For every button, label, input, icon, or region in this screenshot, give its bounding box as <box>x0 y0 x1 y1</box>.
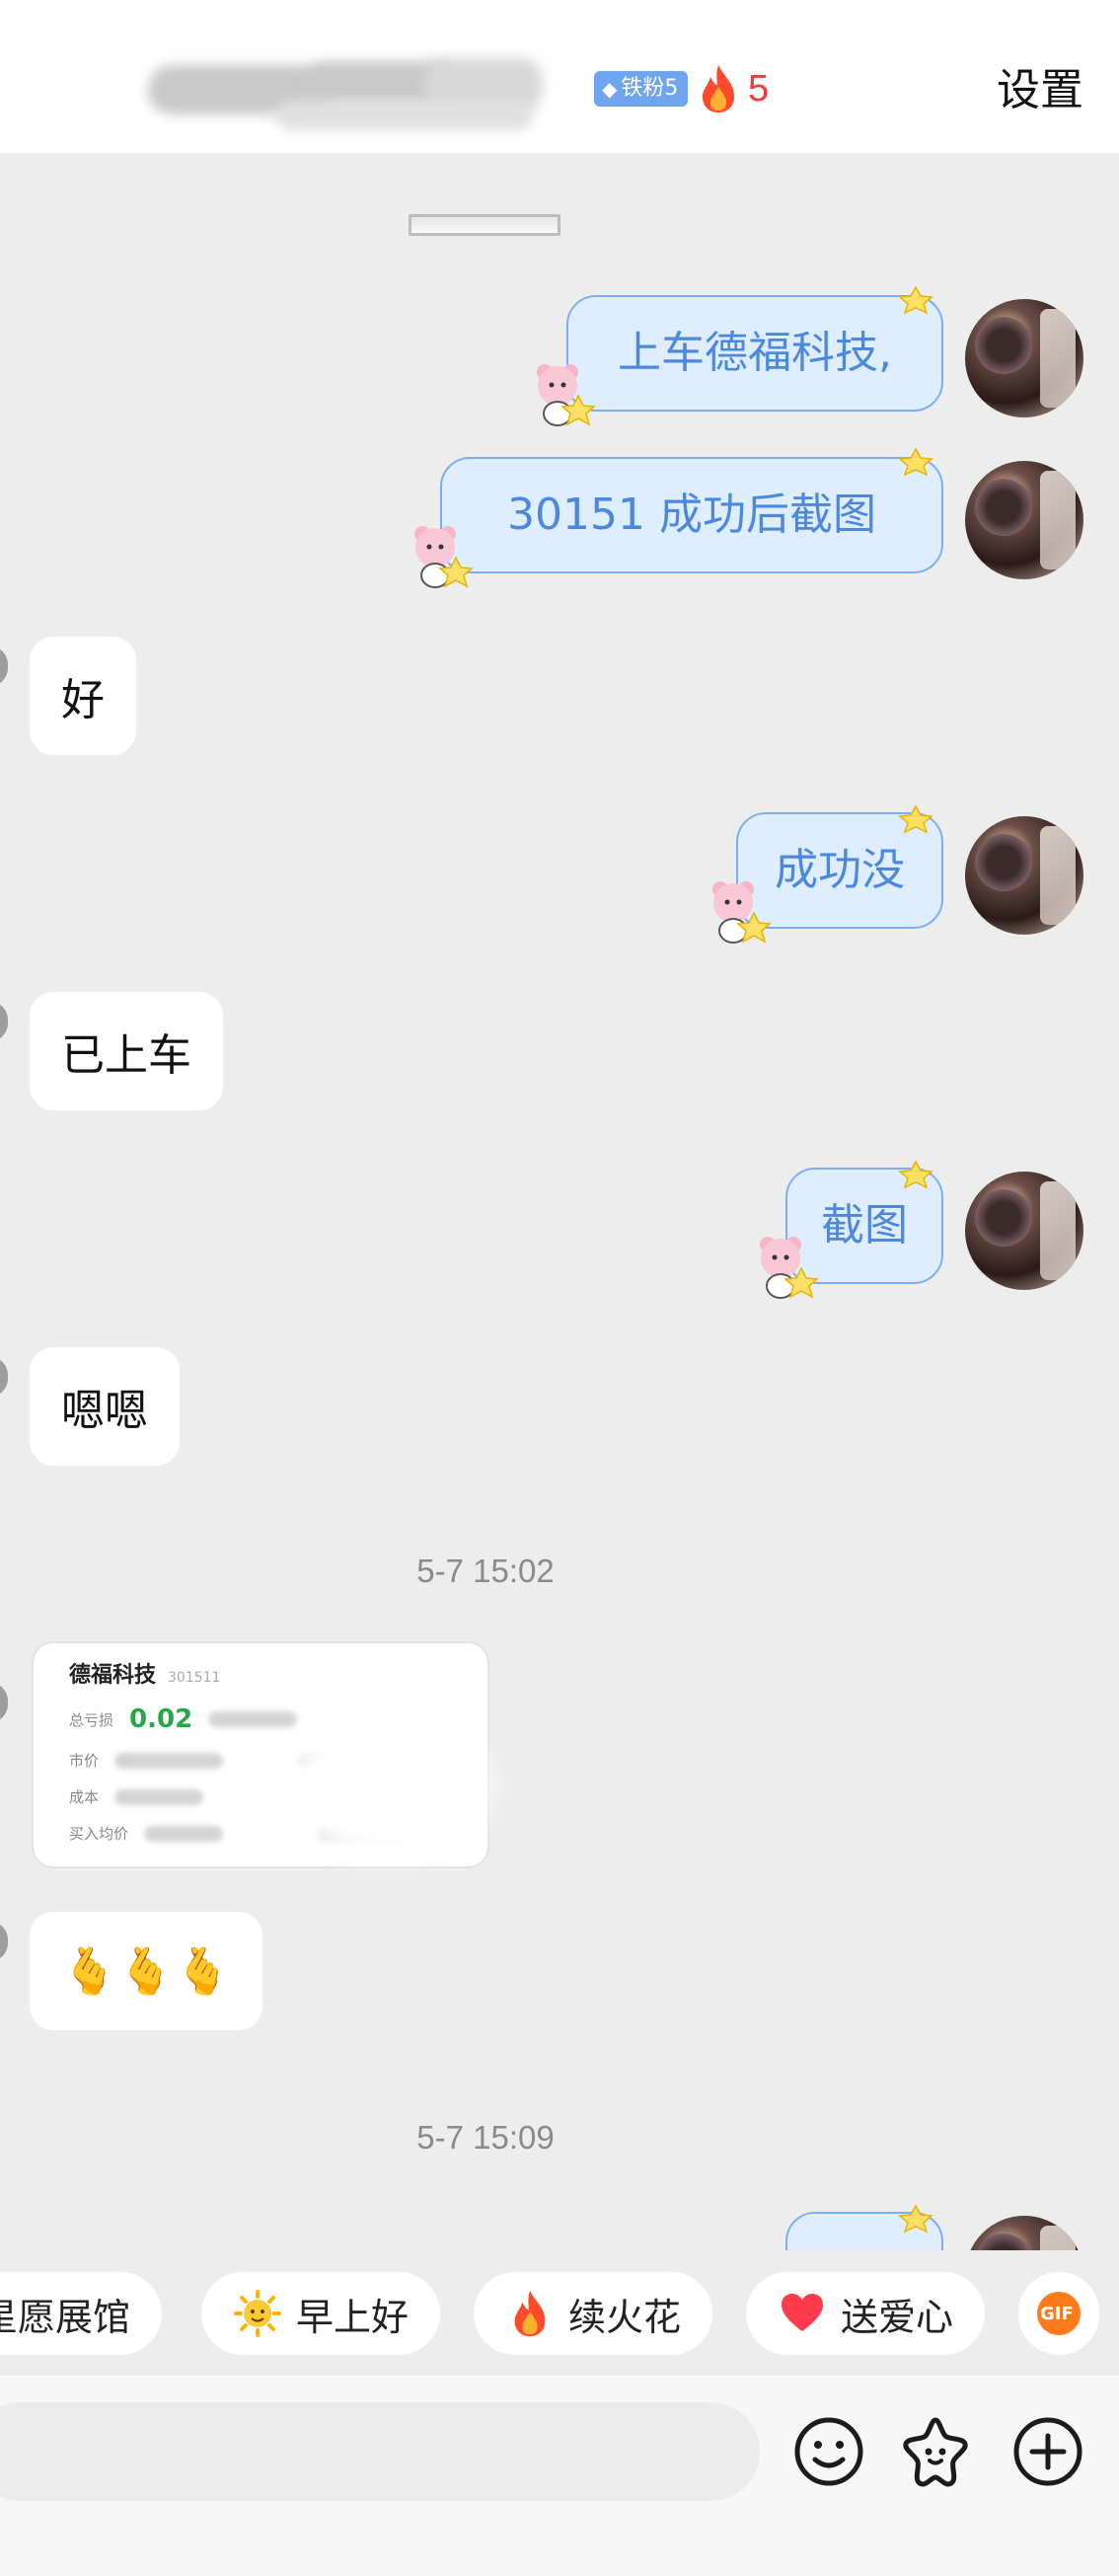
fire-icon <box>514 2290 546 2337</box>
message-text: 已上车 <box>61 1030 191 1081</box>
bear-sticker-icon <box>414 526 474 588</box>
incoming-message-bubble[interactable]: 已上车 <box>30 992 223 1110</box>
stock-code: 301511 <box>168 1670 221 1686</box>
bear-sticker-icon <box>760 1237 819 1299</box>
emoji-face-icon[interactable] <box>791 2414 866 2489</box>
my-avatar[interactable] <box>965 1172 1083 1290</box>
sun-face-icon <box>234 2290 281 2337</box>
bubble-star-decoration-icon <box>898 804 933 834</box>
blurred-value <box>114 1788 204 1805</box>
bubble-star-decoration-icon <box>898 1160 933 1189</box>
blurred-value <box>144 1825 224 1842</box>
loading-placeholder <box>409 214 560 236</box>
bear-sticker-icon <box>712 881 772 944</box>
my-avatar[interactable] <box>965 816 1083 935</box>
chip-send-heart[interactable]: 送爱心 <box>746 2272 986 2355</box>
diamond-icon: ◆ <box>602 77 618 101</box>
my-avatar[interactable] <box>965 299 1083 417</box>
incoming-message-bubble[interactable]: 🫰🫰🫰 <box>30 1912 262 2030</box>
blurred-value <box>114 1752 224 1769</box>
message-text: 截图 <box>821 1200 908 1250</box>
outgoing-message-bubble[interactable]: 30151 成功后截图 <box>440 457 943 573</box>
message-text: 🫰🫰🫰 <box>61 1943 231 1998</box>
incoming-message-bubble[interactable]: 好 <box>30 637 136 755</box>
add-plus-icon[interactable] <box>1010 2414 1085 2489</box>
profit-value: 0.02 <box>129 1705 193 1734</box>
contact-avatar-edge[interactable] <box>0 1683 8 1722</box>
heart-icon <box>782 2294 823 2331</box>
chip-star-gallery[interactable]: 星愿展馆 <box>0 2272 163 2355</box>
message-text: 嗯嗯 <box>61 1386 148 1436</box>
contact-avatar-edge[interactable] <box>0 646 8 686</box>
chat-header: ◆ 铁粉5 5 设置 <box>0 0 1119 153</box>
message-input-area <box>0 2374 1119 2576</box>
message-text: 好 <box>61 675 105 725</box>
bubble-star-decoration-icon <box>898 2204 933 2234</box>
message-input[interactable] <box>0 2402 760 2501</box>
message-text: 上车德福科技, <box>618 328 892 378</box>
chip-good-morning[interactable]: 早上好 <box>201 2272 441 2355</box>
stock-name: 德福科技 301511 <box>69 1663 221 1688</box>
fan-level-badge: ◆ 铁粉5 <box>594 71 689 107</box>
sticker-star-icon[interactable] <box>898 2414 973 2489</box>
bubble-star-decoration-icon <box>898 447 933 477</box>
fire-icon <box>703 65 734 113</box>
fan-badge-label: 铁粉5 <box>621 76 679 101</box>
streak-count: 5 <box>748 67 770 110</box>
chip-continue-streak[interactable]: 续火花 <box>474 2272 713 2355</box>
redaction-smudge <box>266 1703 503 1870</box>
contact-avatar-edge[interactable] <box>0 1357 8 1397</box>
bubble-star-decoration-icon <box>898 285 933 315</box>
message-timestamp: 5-7 15:09 <box>416 2119 555 2156</box>
outgoing-message-bubble[interactable]: 上车德福科技, <box>566 295 943 412</box>
message-text: 成功没 <box>775 845 905 895</box>
chip-gif[interactable]: GIF <box>1018 2272 1099 2355</box>
chat-message-list[interactable]: 上车德福科技, 30151 成功后截图 好 成功没 已上车 截图 嗯嗯 5-7 … <box>0 153 1119 2250</box>
my-avatar[interactable] <box>965 461 1083 579</box>
settings-button[interactable]: 设置 <box>997 61 1083 120</box>
my-avatar[interactable] <box>965 2216 1083 2250</box>
message-text: 30151 成功后截图 <box>507 490 876 540</box>
contact-avatar-edge[interactable] <box>0 1002 8 1041</box>
incoming-message-bubble[interactable]: 嗯嗯 <box>30 1347 180 1466</box>
contact-avatar-edge[interactable] <box>0 1922 8 1961</box>
contact-name-blurred <box>148 57 582 130</box>
message-timestamp: 5-7 15:02 <box>416 1553 555 1589</box>
quick-action-bar[interactable]: 星愿展馆 早上好 续火花 送爱心 GIF <box>0 2250 1119 2374</box>
bear-sticker-icon <box>537 364 596 426</box>
streak-indicator: 5 <box>699 61 769 116</box>
